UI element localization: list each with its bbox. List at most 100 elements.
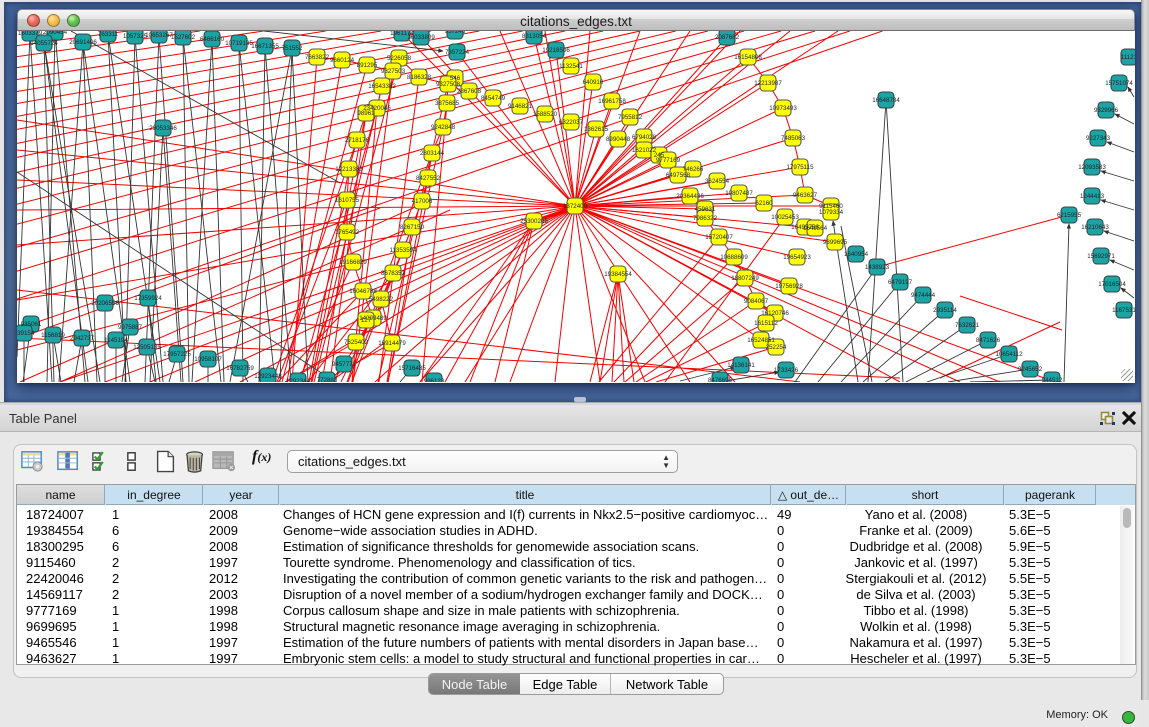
svg-text:15751074: 15751074 xyxy=(1105,80,1133,87)
svg-text:98961: 98961 xyxy=(357,110,375,117)
svg-text:9146821: 9146821 xyxy=(508,103,533,110)
svg-text:6466160: 6466160 xyxy=(200,36,225,43)
svg-text:1244413: 1244413 xyxy=(1080,193,1105,200)
svg-text:10025453: 10025453 xyxy=(771,214,799,221)
svg-text:7485063: 7485063 xyxy=(781,135,806,142)
svg-text:9457771: 9457771 xyxy=(332,361,357,368)
svg-text:9777169: 9777169 xyxy=(656,157,681,164)
svg-text:944512: 944512 xyxy=(1042,377,1063,382)
svg-text:1603379: 1603379 xyxy=(18,31,43,37)
svg-text:8186328: 8186328 xyxy=(407,74,432,81)
svg-text:15692971: 15692971 xyxy=(1087,253,1115,260)
svg-text:9245652: 9245652 xyxy=(1018,366,1043,373)
svg-text:1640954: 1640954 xyxy=(844,251,869,258)
svg-text:1615112: 1615112 xyxy=(754,320,778,327)
svg-text:62160: 62160 xyxy=(755,200,773,207)
svg-text:16782759: 16782759 xyxy=(226,365,254,372)
svg-text:15716485: 15716485 xyxy=(398,365,426,372)
svg-text:9329966: 9329966 xyxy=(1094,107,1119,114)
svg-text:17975115: 17975115 xyxy=(786,164,814,171)
svg-text:996123: 996123 xyxy=(424,378,445,382)
svg-text:127: 127 xyxy=(361,317,372,324)
svg-text:19654923: 19654923 xyxy=(783,254,811,261)
svg-text:1132541: 1132541 xyxy=(559,63,583,70)
svg-text:1167531: 1167531 xyxy=(1112,307,1135,314)
svg-text:1610755: 1610755 xyxy=(335,197,360,204)
svg-text:8471626: 8471626 xyxy=(976,337,1001,344)
svg-text:16914479: 16914479 xyxy=(378,340,406,347)
svg-text:1057325: 1057325 xyxy=(123,33,148,40)
svg-text:10807487: 10807487 xyxy=(725,190,753,197)
svg-text:5226058: 5226058 xyxy=(387,55,412,62)
svg-text:9242848: 9242848 xyxy=(431,124,456,131)
svg-text:20364436: 20364436 xyxy=(676,193,704,200)
svg-text:16210643: 16210643 xyxy=(1081,224,1109,231)
svg-text:1649564: 1649564 xyxy=(803,225,828,232)
svg-text:9474444: 9474444 xyxy=(911,292,936,299)
svg-text:6215955: 6215955 xyxy=(1057,212,1082,219)
svg-text:1372400: 1372400 xyxy=(563,203,588,210)
svg-text:9327503: 9327503 xyxy=(381,68,406,75)
svg-text:417006: 417006 xyxy=(412,198,433,205)
svg-text:7986322: 7986322 xyxy=(693,215,718,222)
svg-text:10973493: 10973493 xyxy=(769,105,797,112)
svg-text:7625402: 7625402 xyxy=(344,339,369,346)
svg-text:10653267: 10653267 xyxy=(145,32,173,39)
svg-text:11121: 11121 xyxy=(1121,54,1135,61)
svg-text:16120746: 16120746 xyxy=(761,310,789,317)
svg-text:16046788: 16046788 xyxy=(349,288,377,295)
svg-text:12213383: 12213383 xyxy=(335,166,363,173)
svg-text:19166829: 19166829 xyxy=(339,259,367,266)
svg-text:20691406: 20691406 xyxy=(69,39,97,46)
svg-text:16961758: 16961758 xyxy=(598,98,626,105)
svg-text:1145194: 1145194 xyxy=(104,337,128,344)
svg-text:12923448: 12923448 xyxy=(254,373,282,380)
svg-text:2942737: 2942737 xyxy=(70,335,95,342)
svg-text:7632621: 7632621 xyxy=(955,322,980,329)
svg-text:957246: 957246 xyxy=(445,31,466,35)
svg-text:16154808: 16154808 xyxy=(734,54,762,61)
svg-text:763311: 763311 xyxy=(98,31,119,38)
svg-text:18807249: 18807249 xyxy=(731,275,759,282)
svg-text:25300205: 25300205 xyxy=(520,218,548,225)
svg-text:2087682: 2087682 xyxy=(715,34,740,41)
svg-text:29053346: 29053346 xyxy=(149,125,177,132)
svg-text:16033809: 16033809 xyxy=(407,34,435,41)
svg-text:10654112: 10654112 xyxy=(995,351,1023,358)
svg-text:15720407: 15720407 xyxy=(705,234,733,241)
svg-text:7663822: 7663822 xyxy=(305,54,330,61)
svg-text:6497568: 6497568 xyxy=(666,172,691,179)
svg-text:8427552: 8427552 xyxy=(416,175,441,182)
svg-text:5498222: 5498222 xyxy=(369,296,394,303)
svg-text:17957225: 17957225 xyxy=(163,351,191,358)
svg-text:16524851: 16524851 xyxy=(747,337,775,344)
svg-text:9227343: 9227343 xyxy=(1086,135,1111,142)
svg-text:3624554: 3624554 xyxy=(705,178,730,185)
svg-text:1588520: 1588520 xyxy=(533,111,558,118)
svg-text:14055724: 14055724 xyxy=(30,40,58,47)
svg-text:2935114: 2935114 xyxy=(933,307,957,314)
svg-text:2090454: 2090454 xyxy=(43,31,68,36)
svg-text:751552: 751552 xyxy=(282,45,303,52)
svg-text:6479197: 6479197 xyxy=(888,279,913,286)
svg-text:10688609: 10688609 xyxy=(720,254,748,261)
svg-text:6794028: 6794028 xyxy=(632,134,657,141)
svg-text:9463627: 9463627 xyxy=(793,192,818,199)
svg-text:19384554: 19384554 xyxy=(604,271,632,278)
svg-text:11353594: 11353594 xyxy=(389,247,417,254)
svg-text:8990448: 8990448 xyxy=(606,136,631,143)
svg-text:891295: 891295 xyxy=(357,62,378,69)
svg-text:10719135: 10719135 xyxy=(225,40,253,47)
svg-text:7955812: 7955812 xyxy=(618,114,643,121)
svg-text:1527602: 1527602 xyxy=(171,34,196,41)
svg-text:459631: 459631 xyxy=(695,206,716,213)
svg-text:17016504: 17016504 xyxy=(1098,281,1126,288)
svg-text:252254: 252254 xyxy=(766,344,787,351)
svg-text:16543382: 16543382 xyxy=(368,83,396,90)
svg-text:9084067: 9084067 xyxy=(744,298,769,305)
svg-text:14136141: 14136141 xyxy=(727,362,755,369)
svg-text:9327508: 9327508 xyxy=(436,81,461,88)
svg-text:10958107: 10958107 xyxy=(194,356,222,363)
svg-text:20206556: 20206556 xyxy=(91,300,119,307)
svg-text:8813054: 8813054 xyxy=(522,33,547,40)
